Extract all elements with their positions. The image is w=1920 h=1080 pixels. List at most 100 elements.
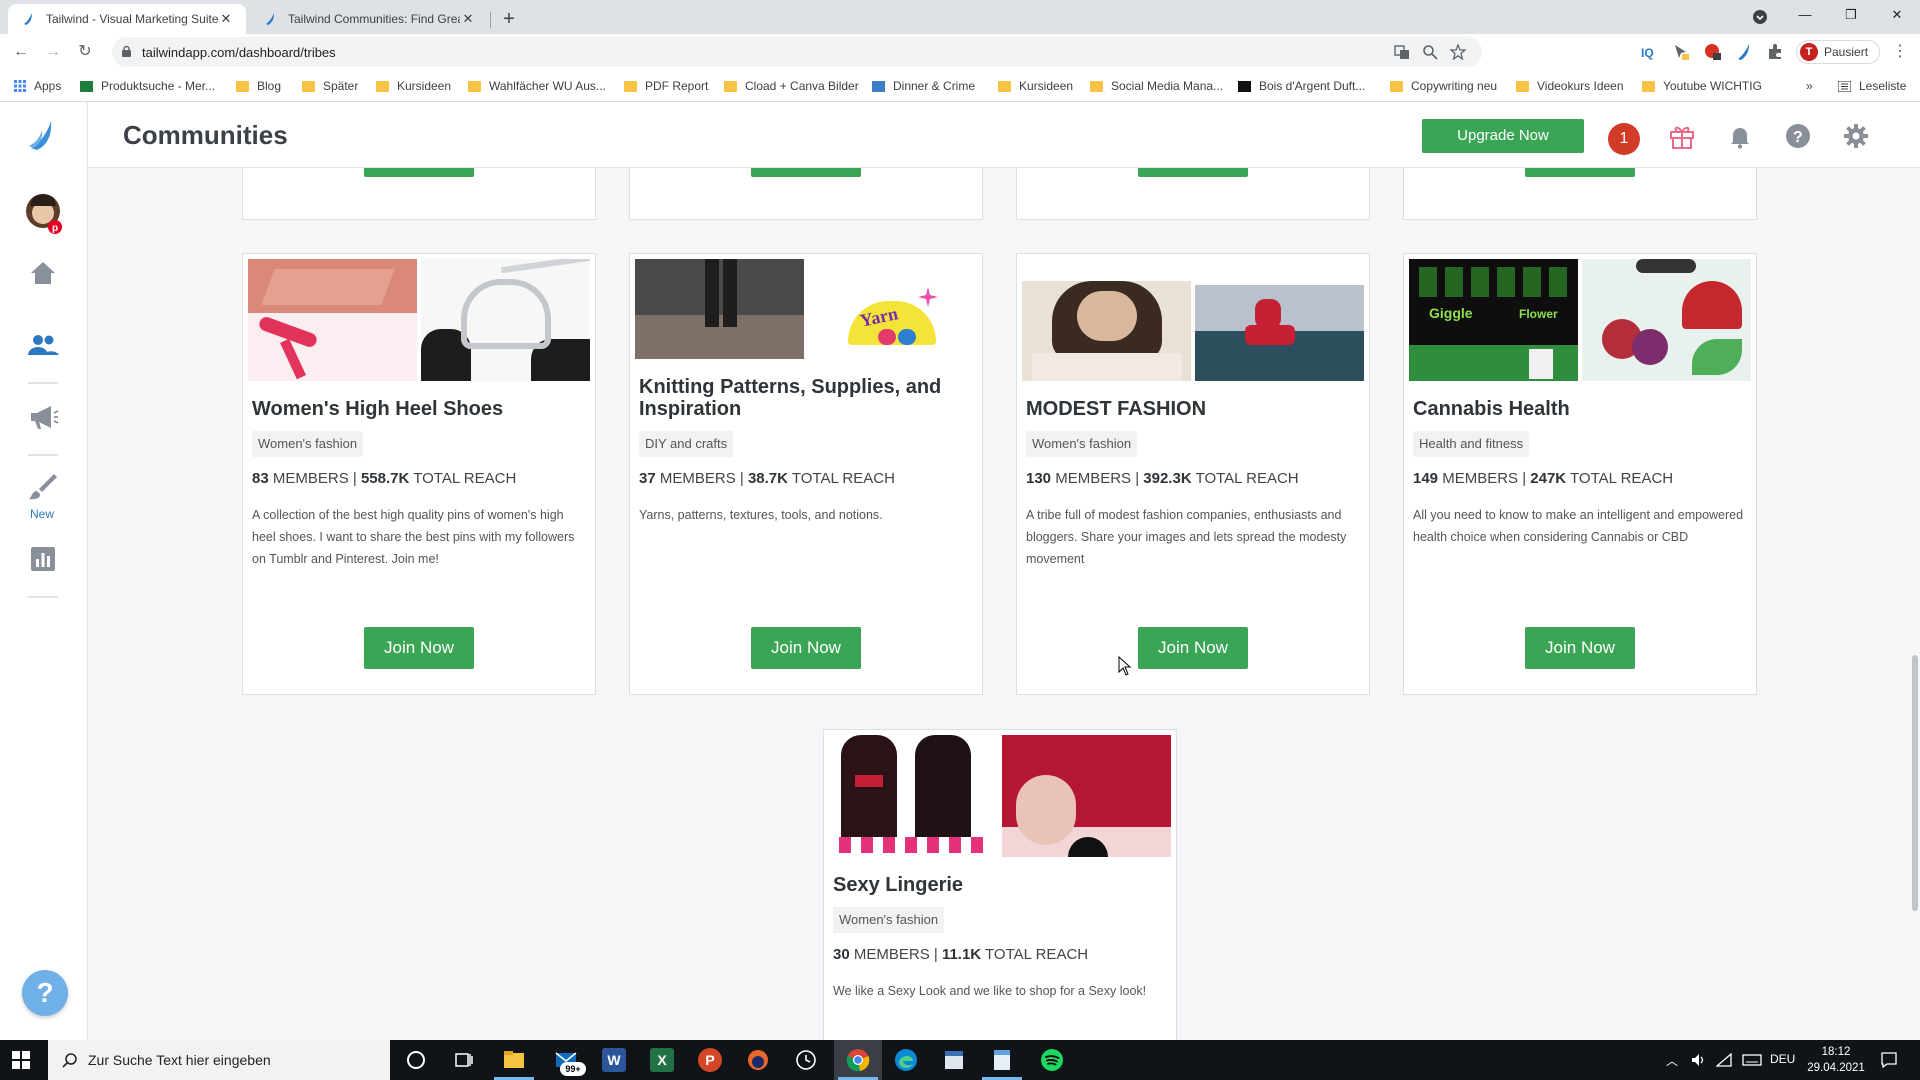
close-tab-icon[interactable]: ✕	[460, 11, 476, 27]
excel-icon[interactable]: X	[650, 1048, 674, 1072]
megaphone-icon[interactable]	[26, 400, 60, 434]
clock-date: 29.04.2021	[1807, 1062, 1865, 1074]
bookmark-social-media[interactable]: Social Media Mana...	[1090, 78, 1223, 94]
extension-cursor-icon[interactable]	[1672, 43, 1690, 61]
input-language[interactable]: DEU	[1770, 1052, 1795, 1066]
community-preview-images	[248, 259, 590, 381]
address-bar[interactable]: tailwindapp.com/dashboard/tribes	[112, 37, 1482, 67]
word-icon[interactable]: W	[602, 1048, 626, 1072]
gift-icon[interactable]	[1668, 122, 1696, 150]
tab-tailwind-marketing-suite[interactable]: Tailwind - Visual Marketing Suite ✕	[8, 4, 246, 34]
document-app-icon[interactable]	[990, 1048, 1014, 1072]
powerpoint-icon[interactable]: P	[698, 1048, 722, 1072]
help-button[interactable]: ?	[22, 970, 68, 1016]
notification-center-icon[interactable]	[1880, 1051, 1898, 1069]
join-now-button[interactable]: Join Now	[1525, 168, 1635, 177]
bookmark-videokurs[interactable]: Videokurs Ideen	[1516, 78, 1624, 94]
category-tag: Women's fashion	[833, 907, 945, 933]
tab-tailwind-communities[interactable]: Tailwind Communities: Find Great ✕	[250, 4, 488, 34]
folder-icon	[236, 80, 249, 92]
taskbar-clock[interactable]: 18:12 29.04.2021	[1800, 1044, 1872, 1076]
translate-icon[interactable]	[1394, 44, 1410, 60]
community-description: We like a Sexy Look and we like to shop …	[833, 984, 1147, 998]
extensions-puzzle-icon[interactable]	[1766, 43, 1784, 61]
edge-icon[interactable]	[894, 1048, 918, 1072]
bookmark-spaeter[interactable]: Später	[302, 78, 358, 94]
page-scrollbar[interactable]	[1912, 655, 1918, 911]
bookmark-label: Videokurs Ideen	[1537, 79, 1624, 93]
home-icon[interactable]	[26, 256, 60, 290]
upgrade-now-button[interactable]: Upgrade Now	[1422, 119, 1584, 153]
iq-extension-icon[interactable]: IQ	[1640, 43, 1658, 61]
mouse-cursor-icon	[1118, 656, 1132, 676]
bookmark-label: Produktsuche - Mer...	[101, 79, 216, 93]
file-explorer-icon[interactable]	[502, 1048, 526, 1072]
task-view-icon[interactable]	[452, 1048, 476, 1072]
notification-count-badge[interactable]: 1	[1608, 123, 1640, 155]
analytics-icon[interactable]	[26, 542, 60, 576]
close-tab-icon[interactable]: ✕	[218, 11, 234, 27]
tailwind-logo-icon[interactable]	[26, 118, 60, 152]
bookmark-produktsuche[interactable]: Produktsuche - Mer...	[80, 78, 215, 94]
bell-icon[interactable]	[1726, 122, 1754, 150]
bookmark-cload-canva[interactable]: Cload + Canva Bilder	[724, 78, 859, 94]
more-bookmarks-icon[interactable]: »	[1806, 78, 1813, 94]
community-title: Cannabis Health	[1413, 398, 1570, 420]
browser-menu-icon[interactable]: ⋮	[1892, 42, 1908, 62]
join-now-button[interactable]: Join Now	[751, 627, 861, 669]
settings-gear-icon[interactable]	[1842, 122, 1870, 150]
media-app-icon[interactable]	[746, 1048, 770, 1072]
new-tab-button[interactable]: +	[496, 6, 522, 32]
community-stats: 83 MEMBERS | 558.7K TOTAL REACH	[252, 470, 516, 487]
forward-button[interactable]: →	[42, 41, 64, 63]
bookmark-bois-dargent[interactable]: Bois d'Argent Duft...	[1238, 78, 1365, 94]
profile-button[interactable]: T Pausiert	[1796, 40, 1880, 64]
adblock-extension-icon[interactable]	[1704, 43, 1722, 61]
bookmark-kursideen-2[interactable]: Kursideen	[998, 78, 1073, 94]
bookmark-pdf-report[interactable]: PDF Report	[624, 78, 708, 94]
bookmark-youtube[interactable]: Youtube WICHTIG	[1642, 78, 1762, 94]
cortana-icon[interactable]	[404, 1048, 428, 1072]
minimize-window-button[interactable]: —	[1782, 0, 1828, 30]
community-card-previous: Join Now	[1016, 168, 1370, 220]
restore-window-button[interactable]: ❐	[1828, 0, 1874, 30]
join-now-button[interactable]: Join Now	[1138, 168, 1248, 177]
volume-icon[interactable]	[1690, 1052, 1706, 1068]
tray-chevron-icon[interactable]: ︿	[1666, 1052, 1678, 1069]
taskbar-search-placeholder: Zur Suche Text hier eingeben	[88, 1052, 271, 1068]
brush-icon[interactable]	[26, 470, 60, 504]
app-sidebar: p New ?	[0, 102, 88, 1040]
back-button[interactable]: ←	[10, 41, 32, 63]
reload-button[interactable]: ↻	[74, 41, 96, 63]
pin-image	[421, 259, 590, 381]
join-now-button[interactable]: Join Now	[1525, 627, 1635, 669]
join-now-button[interactable]: Join Now	[364, 627, 474, 669]
windows-start-icon[interactable]	[12, 1051, 30, 1069]
bookmark-kursideen[interactable]: Kursideen	[376, 78, 451, 94]
app-window-icon[interactable]	[942, 1048, 966, 1072]
communities-icon[interactable]	[26, 328, 60, 362]
bookmark-copywriting[interactable]: Copywriting neu	[1390, 78, 1497, 94]
tab-search-icon[interactable]	[1752, 9, 1768, 25]
tailwind-extension-icon[interactable]	[1736, 43, 1754, 61]
join-now-button[interactable]: Join Now	[364, 168, 474, 177]
zoom-icon[interactable]	[1422, 44, 1438, 60]
avatar: T	[1800, 43, 1818, 61]
keyboard-icon[interactable]	[1742, 1052, 1762, 1068]
chrome-icon[interactable]	[846, 1048, 870, 1072]
join-now-button[interactable]: Join Now	[1138, 627, 1248, 669]
bookmark-dinner-crime[interactable]: Dinner & Crime	[872, 78, 975, 94]
join-now-button[interactable]: Join Now	[751, 168, 861, 177]
bookmark-star-icon[interactable]	[1450, 44, 1466, 60]
svg-text:IQ: IQ	[1641, 46, 1654, 60]
spotify-icon[interactable]	[1040, 1048, 1064, 1072]
bookmark-wahlfaecher[interactable]: Wahlfächer WU Aus...	[468, 78, 606, 94]
bookmark-apps[interactable]: Apps	[14, 78, 61, 94]
clock-app-icon[interactable]	[794, 1048, 818, 1072]
reading-list-button[interactable]: Leseliste	[1838, 78, 1906, 94]
bookmark-blog[interactable]: Blog	[236, 78, 281, 94]
network-icon[interactable]	[1716, 1052, 1732, 1068]
close-window-button[interactable]: ✕	[1874, 0, 1920, 30]
taskbar-search-box[interactable]: Zur Suche Text hier eingeben	[48, 1040, 390, 1080]
help-icon[interactable]: ?	[1784, 122, 1812, 150]
